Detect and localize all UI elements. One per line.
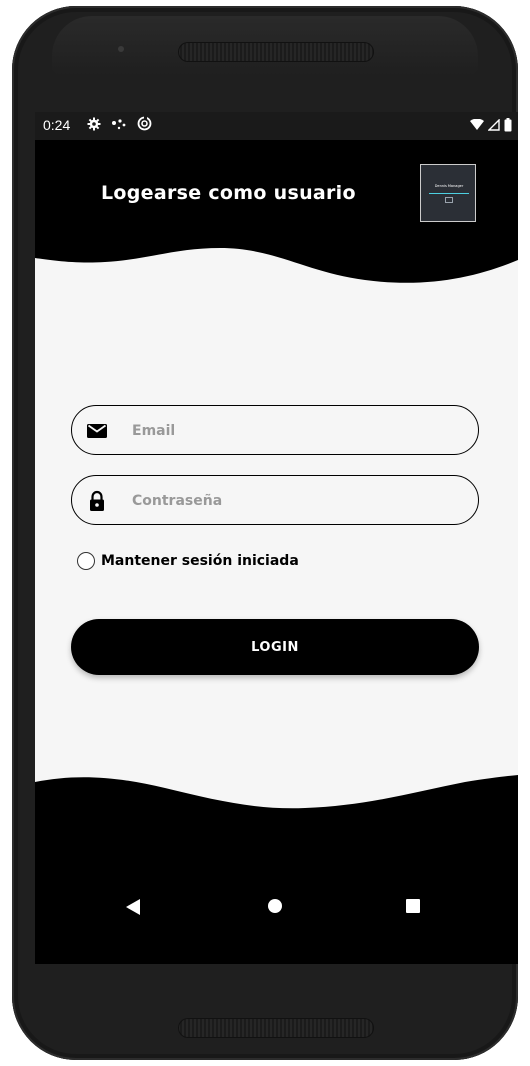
dots-icon <box>112 118 126 129</box>
navigation-bar <box>35 860 518 964</box>
password-input[interactable] <box>130 488 454 514</box>
back-icon[interactable] <box>125 898 141 916</box>
status-icons-left <box>87 116 152 131</box>
email-field[interactable] <box>71 405 479 455</box>
signal-icon <box>488 119 500 131</box>
gear-icon <box>87 117 101 130</box>
remember-session-label: Mantener sesión iniciada <box>101 553 299 569</box>
sync-icon <box>137 116 152 131</box>
lock-icon <box>90 490 104 511</box>
recents-icon[interactable] <box>405 898 421 914</box>
remember-session-option[interactable]: Mantener sesión iniciada <box>77 552 299 570</box>
email-input[interactable] <box>130 418 454 444</box>
front-camera <box>118 46 124 52</box>
status-time: 0:24 <box>43 117 71 133</box>
top-speaker <box>178 42 374 62</box>
password-field[interactable] <box>71 475 479 525</box>
logo-mark-icon <box>445 197 453 203</box>
battery-icon <box>504 118 512 132</box>
login-screen: Logearse como usuario Dennis Manager Man… <box>35 140 518 862</box>
login-button[interactable]: LOGIN <box>71 619 479 675</box>
logo-text: Dennis Manager <box>434 184 464 188</box>
app-logo: Dennis Manager <box>420 164 476 222</box>
home-icon[interactable] <box>267 898 283 914</box>
bottom-speaker <box>178 1018 374 1038</box>
mail-icon <box>87 424 107 438</box>
device-screen: 0:24 Logearse como usuario Dennis Manage… <box>35 112 518 964</box>
status-icons-right <box>470 118 512 132</box>
page-title: Logearse como usuario <box>101 182 356 204</box>
logo-accent-line <box>429 193 469 194</box>
status-bar: 0:24 <box>35 112 518 140</box>
wifi-icon <box>470 119 484 130</box>
bottom-wave-background <box>35 775 518 862</box>
remember-session-radio[interactable] <box>77 552 95 570</box>
